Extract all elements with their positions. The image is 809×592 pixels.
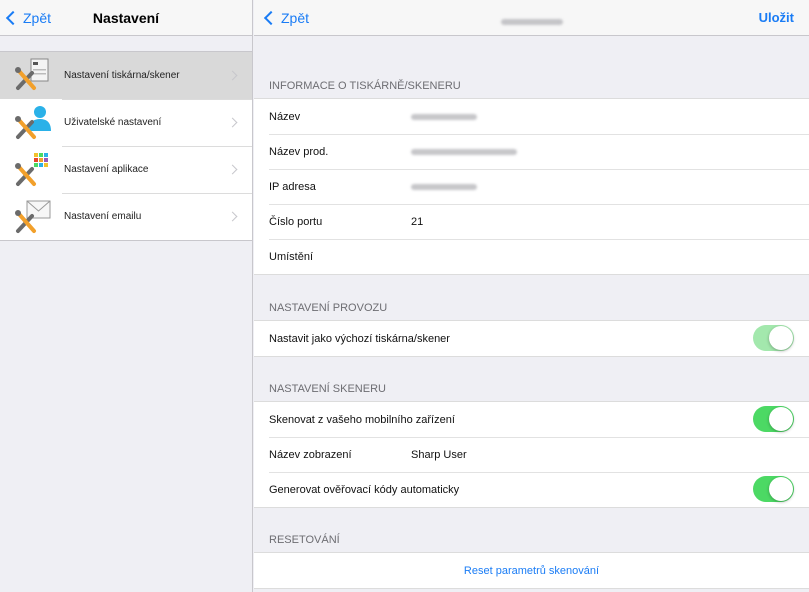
row-location[interactable]: Umístění: [254, 239, 809, 274]
sidebar-title: Nastavení: [92, 10, 160, 26]
redacted-value: [411, 148, 517, 155]
row-name[interactable]: Název: [254, 99, 809, 134]
section-header-info: INFORMACE O TISKÁRNĚ/SKENERU: [269, 80, 461, 92]
chevron-right-icon: [227, 211, 238, 222]
redacted-value: [411, 113, 477, 120]
menu-item-printer-scanner[interactable]: Nastavení tiskárna/skener: [0, 52, 252, 99]
row-label: Název: [269, 110, 301, 123]
settings-sidebar: Zpět Nastavení Nastavení tiskárna/skener: [0, 0, 253, 592]
default-printer-toggle[interactable]: [753, 325, 794, 351]
operation-group: Nastavit jako výchozí tiskárna/skener: [254, 320, 809, 357]
printer-settings-pane: Zpět Uložit INFORMACE O TISKÁRNĚ/SKENERU…: [254, 0, 809, 592]
reset-scan-params-button[interactable]: Reset parametrů skenování: [254, 553, 809, 588]
menu-item-label: Nastavení aplikace: [64, 164, 149, 175]
section-header-scanner: NASTAVENÍ SKENERU: [269, 383, 386, 395]
detail-title-redacted: [254, 12, 809, 30]
row-scan-mobile: Skenovat z vašeho mobilního zařízení: [254, 402, 809, 437]
section-header-operation: NASTAVENÍ PROVOZU: [269, 302, 388, 314]
row-product-name[interactable]: Název prod.: [254, 134, 809, 169]
row-label: Umístění: [269, 250, 314, 263]
scanner-group: Skenovat z vašeho mobilního zařízení Náz…: [254, 401, 809, 508]
row-ip-address[interactable]: IP adresa: [254, 169, 809, 204]
row-label: IP adresa: [269, 180, 316, 193]
menu-item-label: Nastavení tiskárna/skener: [64, 70, 180, 81]
menu-item-email-settings[interactable]: Nastavení emailu: [0, 193, 252, 240]
user-settings-icon: [12, 103, 52, 143]
menu-item-label: Nastavení emailu: [64, 211, 142, 222]
menu-item-label: Uživatelské nastavení: [64, 117, 162, 128]
reset-group: Reset parametrů skenování: [254, 552, 809, 589]
chevron-right-icon: [227, 70, 238, 81]
redacted-value: [411, 183, 477, 190]
menu-item-app-settings[interactable]: Nastavení aplikace: [0, 146, 252, 193]
toggle-knob: [769, 326, 793, 350]
row-generate-codes: Generovat ověřovací kódy automaticky: [254, 472, 809, 507]
toggle-knob: [769, 477, 793, 501]
row-label: Název zobrazení: [269, 448, 352, 461]
toggle-knob: [769, 407, 793, 431]
settings-menu: Nastavení tiskárna/skener Uživatelské na…: [0, 51, 252, 241]
chevron-right-icon: [227, 164, 238, 175]
save-button[interactable]: Uložit: [759, 0, 794, 36]
row-label: Nastavit jako výchozí tiskárna/skener: [269, 332, 450, 345]
row-label: Název prod.: [269, 145, 329, 158]
row-default-printer: Nastavit jako výchozí tiskárna/skener: [254, 321, 809, 356]
display-name-value: Sharp User: [411, 448, 467, 461]
chevron-right-icon: [227, 117, 238, 128]
sidebar-nav-bar: Zpět Nastavení: [0, 0, 252, 36]
row-port-number[interactable]: Číslo portu 21: [254, 204, 809, 239]
menu-item-user-settings[interactable]: Uživatelské nastavení: [0, 99, 252, 146]
row-display-name[interactable]: Název zobrazení Sharp User: [254, 437, 809, 472]
row-label: Skenovat z vašeho mobilního zařízení: [269, 413, 455, 426]
section-header-reset: RESETOVÁNÍ: [269, 534, 340, 546]
printer-settings-icon: [12, 56, 52, 96]
row-label: Číslo portu: [269, 215, 323, 228]
generate-codes-toggle[interactable]: [753, 476, 794, 502]
info-group: Název Název prod. IP adresa Číslo portu …: [254, 98, 809, 275]
scan-mobile-toggle[interactable]: [753, 406, 794, 432]
app-settings-icon: [12, 150, 52, 190]
email-settings-icon: [12, 197, 52, 237]
row-label: Generovat ověřovací kódy automaticky: [269, 483, 460, 496]
port-value: 21: [411, 215, 424, 228]
detail-nav-bar: Zpět Uložit: [254, 0, 809, 36]
